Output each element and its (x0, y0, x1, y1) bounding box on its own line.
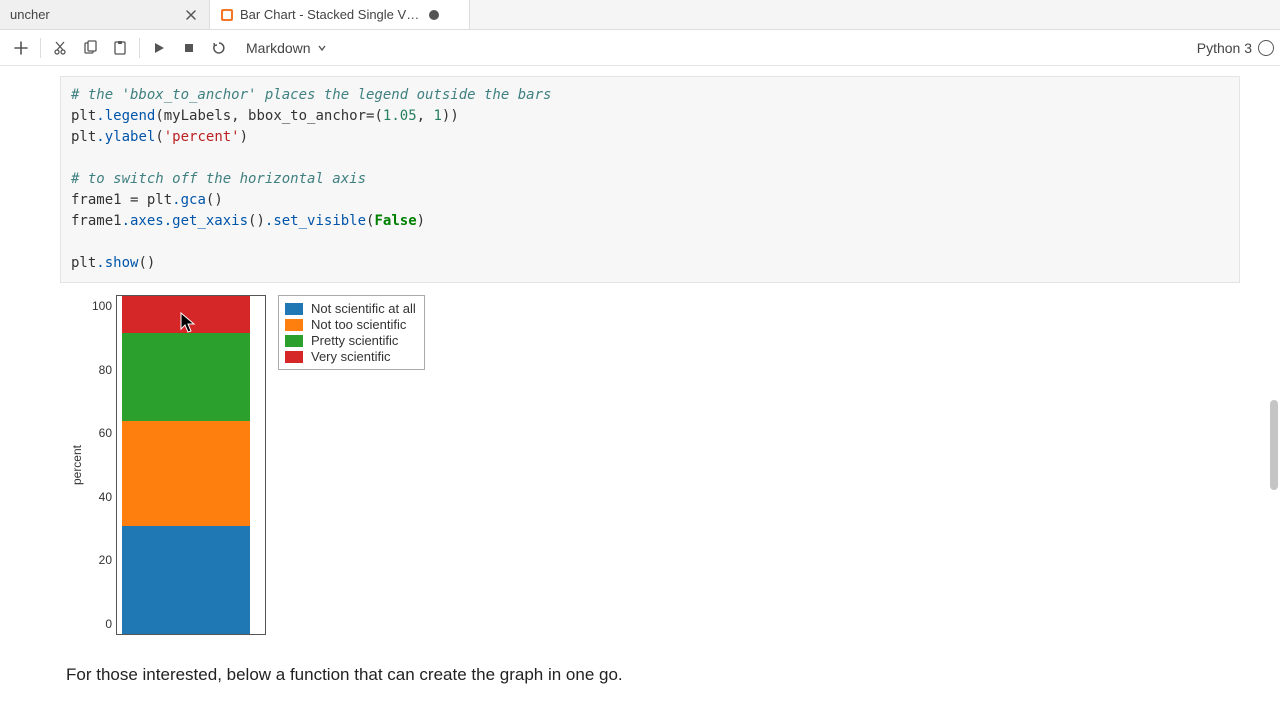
separator (40, 38, 41, 58)
legend-swatch (285, 335, 303, 347)
legend-item: Very scientific (285, 349, 416, 364)
cell-type-label: Markdown (246, 40, 311, 56)
legend-item: Pretty scientific (285, 333, 416, 348)
kernel-status-icon[interactable] (1258, 40, 1274, 56)
bar-segment (122, 333, 250, 421)
cell-output: percent 100 80 60 40 20 0 Not scientific… (60, 283, 1240, 685)
close-icon[interactable] (183, 7, 199, 23)
legend-item: Not too scientific (285, 317, 416, 332)
cell-type-select[interactable]: Markdown (240, 40, 333, 56)
kernel-name[interactable]: Python 3 (1197, 40, 1252, 56)
tab-label: Bar Chart - Stacked Single V… (240, 7, 419, 22)
notebook-body: # the 'bbox_to_anchor' places the legend… (0, 66, 1280, 720)
unsaved-dot-icon (429, 10, 439, 20)
separator (139, 38, 140, 58)
ytick: 80 (99, 363, 112, 377)
notebook-tabs: uncher Bar Chart - Stacked Single V… (0, 0, 1280, 30)
legend-swatch (285, 319, 303, 331)
legend-swatch (285, 351, 303, 363)
y-axis-ticks: 100 80 60 40 20 0 (88, 295, 116, 635)
tab-notebook[interactable]: Bar Chart - Stacked Single V… (210, 0, 470, 29)
add-cell-button[interactable] (6, 33, 36, 63)
chart-legend: Not scientific at all Not too scientific… (278, 295, 425, 370)
restart-button[interactable] (204, 33, 234, 63)
ytick: 0 (105, 617, 112, 631)
legend-swatch (285, 303, 303, 315)
tab-label: uncher (10, 7, 50, 22)
ytick: 40 (99, 490, 112, 504)
ytick: 60 (99, 426, 112, 440)
markdown-text: For those interested, below a function t… (60, 635, 1240, 685)
bar-segment (122, 296, 250, 333)
run-button[interactable] (144, 33, 174, 63)
cut-button[interactable] (45, 33, 75, 63)
notebook-icon (220, 8, 234, 22)
chevron-down-icon (317, 40, 327, 56)
scrollbar-thumb[interactable] (1270, 400, 1278, 490)
paste-button[interactable] (105, 33, 135, 63)
stop-button[interactable] (174, 33, 204, 63)
plot-area (116, 295, 266, 635)
bar-segment (122, 421, 250, 526)
legend-item: Not scientific at all (285, 301, 416, 316)
tab-launcher[interactable]: uncher (0, 0, 210, 29)
ytick: 100 (92, 299, 112, 313)
copy-button[interactable] (75, 33, 105, 63)
stacked-bar (122, 296, 250, 634)
code-cell[interactable]: # the 'bbox_to_anchor' places the legend… (60, 76, 1240, 283)
y-axis-label: percent (70, 445, 84, 485)
bar-segment (122, 526, 250, 634)
notebook-toolbar: Markdown Python 3 (0, 30, 1280, 66)
stacked-bar-chart: percent 100 80 60 40 20 0 Not scientific… (60, 295, 1240, 635)
ytick: 20 (99, 553, 112, 567)
